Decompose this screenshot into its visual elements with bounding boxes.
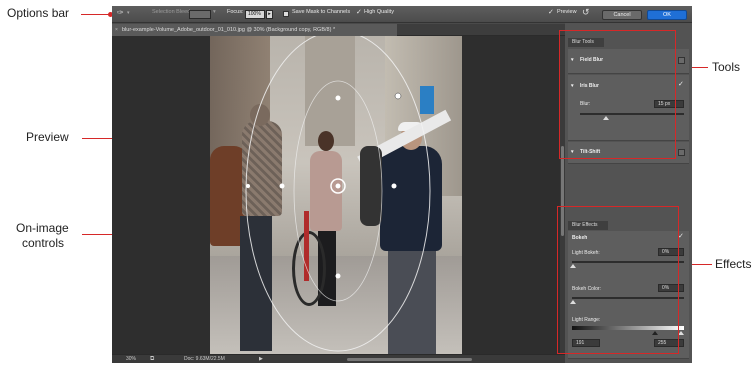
selection-bleed-field[interactable] [189, 10, 211, 19]
annotation-effects: Effects [715, 257, 752, 271]
save-mask-checkbox[interactable] [283, 11, 289, 17]
pin-tool-icon[interactable]: ✑ [117, 8, 124, 17]
annotation-box-tools [559, 30, 676, 159]
ok-button[interactable]: OK [647, 10, 687, 20]
annotation-tools: Tools [712, 60, 741, 74]
preview-photo[interactable] [210, 36, 462, 354]
annotation-line-options-bar [81, 14, 109, 15]
selection-bleed-label: Selection Bleed: [152, 9, 192, 15]
annotation-options-bar: Options bar [7, 6, 70, 20]
high-quality-checkmark-icon[interactable]: ✓ [356, 8, 362, 16]
preview-canvas[interactable] [112, 36, 560, 354]
options-bar: ✑ ▾ Selection Bleed: ▾ Focus: 100% ▸ Sav… [112, 6, 692, 23]
iris-blur-checkmark-icon[interactable]: ✓ [678, 80, 684, 88]
iris-handle-bottom[interactable] [335, 273, 341, 279]
doc-info: Doc: 9.63M/22.5M [184, 356, 225, 362]
reset-icon[interactable]: ↺ [582, 7, 590, 18]
selection-bleed-stepper-icon[interactable]: ▾ [213, 9, 216, 15]
iris-handle-inner-right[interactable] [391, 183, 397, 189]
iris-handle-top[interactable] [335, 95, 341, 101]
document-tab-title: blur-example-Volume_Adobe_outdoor_01_010… [122, 27, 336, 33]
zoom-level[interactable]: 30% [126, 356, 136, 362]
status-bar: 30% ⧉ Doc: 9.63M/22.5M ▶ [112, 354, 565, 363]
focus-label: Focus: [227, 9, 244, 15]
iris-center-pin-core[interactable] [335, 183, 341, 189]
iris-handle-inner-left[interactable] [279, 183, 285, 189]
preview-label: Preview [557, 9, 577, 15]
focus-stepper-icon[interactable]: ▸ [266, 10, 273, 19]
focus-field[interactable]: 100% [245, 10, 265, 19]
document-tab-bar: × blur-example-Volume_Adobe_outdoor_01_0… [112, 24, 565, 36]
status-menu-arrow-icon[interactable]: ▶ [259, 356, 263, 362]
high-quality-label: High Quality [364, 9, 394, 15]
document-tab[interactable]: × blur-example-Volume_Adobe_outdoor_01_0… [112, 24, 397, 36]
tilt-shift-checkbox[interactable] [678, 149, 685, 156]
annotation-on-image-line1: On-image [16, 221, 69, 235]
annotation-box-effects [557, 206, 679, 354]
save-mask-label: Save Mask to Channels [292, 9, 351, 15]
annotation-on-image-line2: controls [22, 236, 65, 250]
tool-dropdown-icon[interactable]: ▾ [127, 10, 130, 16]
export-icon[interactable]: ⧉ [150, 356, 154, 363]
iris-handle-right[interactable] [394, 92, 402, 100]
cancel-button[interactable]: Cancel [602, 10, 642, 20]
field-blur-checkbox[interactable] [678, 57, 685, 64]
iris-inner-ellipse[interactable] [293, 80, 383, 302]
preview-checkmark-icon[interactable]: ✓ [548, 8, 554, 16]
tab-close-icon[interactable]: × [115, 24, 118, 36]
annotation-preview: Preview [26, 130, 69, 144]
horizontal-scroll-thumb[interactable] [347, 358, 472, 361]
iris-blur-controls[interactable] [210, 36, 462, 354]
iris-handle-left[interactable] [246, 184, 250, 188]
